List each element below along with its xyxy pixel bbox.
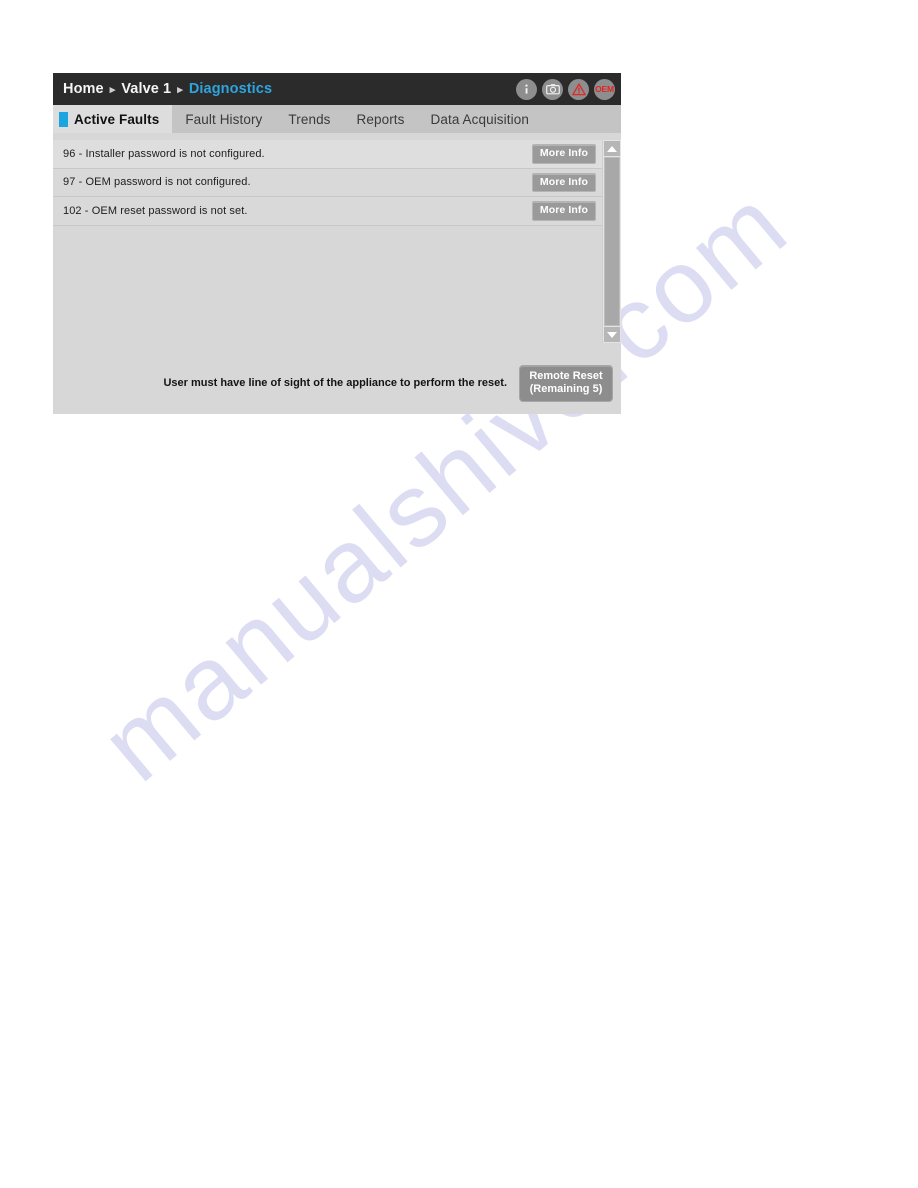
oem-badge-label: OEM bbox=[595, 83, 614, 94]
remote-reset-button[interactable]: Remote Reset (Remaining 5) bbox=[519, 364, 613, 402]
fault-description: 97 - OEM password is not configured. bbox=[63, 176, 251, 189]
breadcrumb-item-valve-1[interactable]: Valve 1 bbox=[121, 81, 171, 97]
fault-description: 96 - Installer password is not configure… bbox=[63, 147, 265, 160]
oem-badge-icon[interactable]: OEM bbox=[594, 78, 615, 100]
camera-icon[interactable] bbox=[542, 78, 563, 100]
table-row[interactable]: 96 - Installer password is not configure… bbox=[53, 140, 602, 169]
tab-fault-history-label: Fault History bbox=[185, 111, 263, 127]
tab-fault-history[interactable]: Fault History bbox=[172, 105, 275, 133]
breadcrumb: Home ▸ Valve 1 ▸ Diagnostics bbox=[63, 81, 272, 97]
active-faults-list-region: 96 - Installer password is not configure… bbox=[53, 140, 621, 343]
tab-bar: Active Faults Fault History Trends Repor… bbox=[53, 105, 621, 133]
tab-data-acquisition-label: Data Acquisition bbox=[430, 111, 529, 127]
chevron-down-icon bbox=[607, 331, 617, 338]
panel-footer: User must have line of sight of the appl… bbox=[53, 364, 621, 402]
tab-trends-label: Trends bbox=[288, 111, 331, 127]
titlebar-icon-group: OEM bbox=[516, 78, 615, 100]
panel-titlebar: Home ▸ Valve 1 ▸ Diagnostics OEM bbox=[53, 73, 621, 105]
more-info-button[interactable]: More Info bbox=[531, 172, 596, 192]
breadcrumb-separator-icon: ▸ bbox=[177, 83, 183, 96]
panel-body: 96 - Installer password is not configure… bbox=[53, 133, 621, 414]
remote-reset-label: Remote Reset bbox=[529, 369, 603, 382]
remote-reset-remaining: (Remaining 5) bbox=[529, 382, 603, 395]
active-faults-list: 96 - Installer password is not configure… bbox=[53, 140, 602, 343]
scroll-up-button[interactable] bbox=[604, 141, 620, 156]
tab-data-acquisition[interactable]: Data Acquisition bbox=[418, 105, 542, 133]
fault-description: 102 - OEM reset password is not set. bbox=[63, 204, 248, 217]
breadcrumb-item-home[interactable]: Home bbox=[63, 81, 104, 97]
line-of-sight-note: User must have line of sight of the appl… bbox=[163, 377, 507, 389]
active-tab-marker-icon bbox=[59, 111, 68, 127]
chevron-up-icon bbox=[607, 145, 617, 152]
empty-list-area bbox=[53, 225, 602, 342]
diagnostics-panel: Home ▸ Valve 1 ▸ Diagnostics OEM Active … bbox=[53, 73, 621, 414]
tab-active-faults[interactable]: Active Faults bbox=[53, 105, 173, 133]
tab-active-faults-label: Active Faults bbox=[74, 111, 160, 127]
more-info-button[interactable]: More Info bbox=[531, 201, 596, 221]
table-row[interactable]: 97 - OEM password is not configured. Mor… bbox=[53, 168, 602, 197]
tab-reports-label: Reports bbox=[356, 111, 405, 127]
fault-list-scrollbar[interactable] bbox=[602, 140, 621, 343]
warning-triangle-icon[interactable] bbox=[568, 78, 589, 100]
breadcrumb-separator-icon: ▸ bbox=[109, 83, 116, 96]
table-row[interactable]: 102 - OEM reset password is not set. Mor… bbox=[53, 197, 602, 226]
tab-trends[interactable]: Trends bbox=[275, 105, 343, 133]
info-icon[interactable] bbox=[516, 78, 537, 100]
scrollbar-thumb[interactable] bbox=[604, 157, 620, 326]
tab-reports[interactable]: Reports bbox=[344, 105, 418, 133]
breadcrumb-item-diagnostics: Diagnostics bbox=[188, 81, 273, 97]
scroll-down-button[interactable] bbox=[604, 327, 620, 342]
more-info-button[interactable]: More Info bbox=[531, 144, 596, 164]
